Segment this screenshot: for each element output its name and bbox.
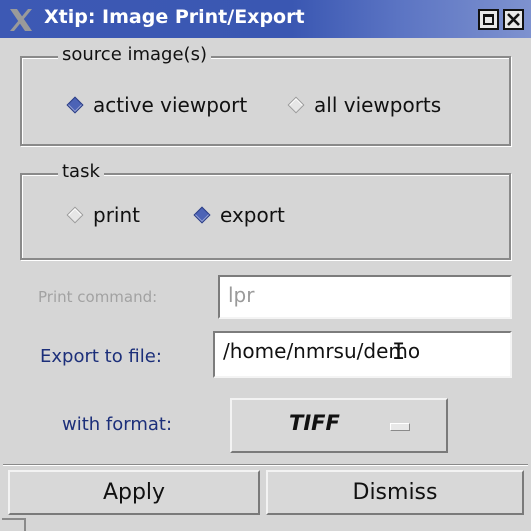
export-file-input[interactable]: /home/nmrsu/demo (213, 331, 512, 378)
x-logo-icon (10, 9, 32, 31)
radio-unselected-icon (287, 96, 305, 114)
radio-all-viewports[interactable]: all viewports (287, 93, 441, 117)
radio-selected-icon (193, 206, 211, 224)
separator (3, 464, 528, 466)
apply-button[interactable]: Apply (8, 470, 260, 515)
resize-handle[interactable] (2, 518, 26, 531)
format-value: TIFF (289, 411, 340, 435)
dismiss-button[interactable]: Dismiss (266, 470, 524, 515)
print-export-dialog: Xtip: Image Print/Export source image(s)… (0, 0, 531, 531)
export-file-value: /home/nmrsu/demo (223, 339, 421, 363)
window-title: Xtip: Image Print/Export (44, 6, 305, 28)
radio-active-viewport[interactable]: active viewport (66, 93, 247, 117)
print-command-value: lpr (228, 283, 255, 307)
radio-label: active viewport (93, 93, 248, 117)
radio-label: all viewports (314, 93, 442, 117)
format-label: with format: (62, 414, 173, 435)
radio-label: export (220, 203, 285, 227)
radio-selected-icon (66, 96, 84, 114)
radio-unselected-icon (66, 206, 84, 224)
task-label: task (58, 161, 104, 182)
title-bar[interactable]: Xtip: Image Print/Export (0, 0, 531, 38)
text-cursor-icon: I (392, 340, 406, 365)
option-menu-indicator-icon (390, 423, 410, 431)
print-command-label: Print command: (38, 288, 158, 306)
close-icon[interactable] (503, 9, 524, 30)
format-dropdown[interactable]: TIFF (230, 398, 448, 453)
radio-export[interactable]: export (193, 203, 285, 227)
radio-print[interactable]: print (66, 203, 140, 227)
export-file-label: Export to file: (40, 346, 162, 367)
source-images-label: source image(s) (58, 44, 211, 65)
maximize-icon[interactable] (478, 9, 499, 30)
print-command-input: lpr (218, 275, 512, 319)
radio-label: print (93, 203, 140, 227)
